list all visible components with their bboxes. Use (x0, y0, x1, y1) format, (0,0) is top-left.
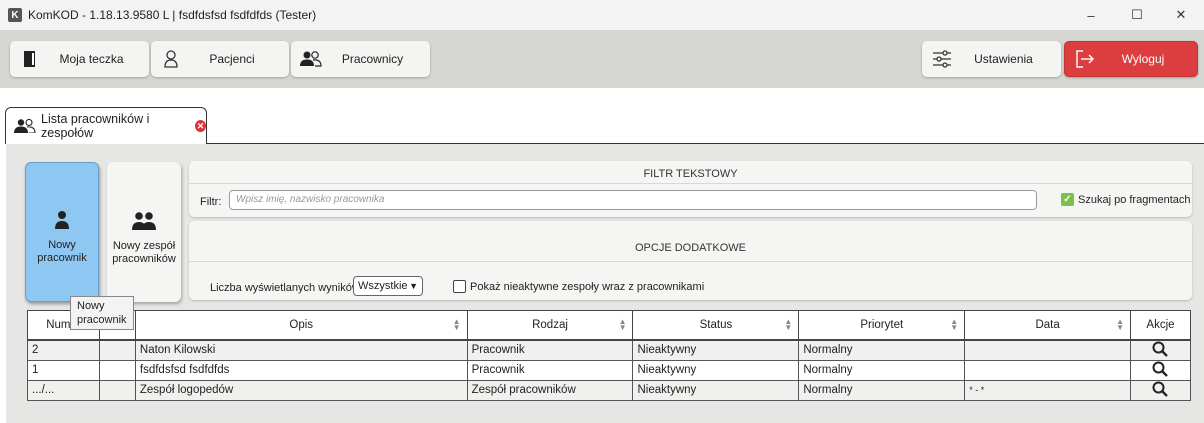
users-icon (14, 119, 36, 133)
cell-data (964, 359, 1131, 381)
sort-icon: ▲ ▼ (784, 317, 793, 332)
cell-numer: 1 (27, 359, 100, 381)
user-add-icon (55, 211, 69, 233)
window-title: KomKOD - 1.18.13.9580 L | fsdfdsfsd fsdf… (28, 8, 317, 22)
column-header-status[interactable]: Status ▲ ▼ (632, 310, 800, 341)
search-icon[interactable] (1152, 341, 1169, 360)
view-action-cell[interactable] (1129, 379, 1192, 401)
cell-data (964, 339, 1131, 361)
cell-priorytet: Normalny (798, 379, 966, 401)
close-window-button[interactable]: ✕ (1158, 0, 1204, 30)
filter-panel: FILTR TEKSTOWY Filtr: Wpisz imię, nazwis… (189, 161, 1192, 217)
pacjenci-button[interactable]: Pacjenci (151, 41, 289, 77)
checkmark-icon: ✓ (1061, 193, 1074, 206)
filter-label: Filtr: (200, 196, 222, 208)
fragments-checkbox[interactable]: ✓ Szukaj po fragmentach (1061, 193, 1191, 206)
column-header-rodzaj[interactable]: Rodzaj ▲ ▼ (466, 310, 634, 341)
column-header-priorytet[interactable]: Priorytet ▲ ▼ (798, 310, 966, 341)
pacjenci-label: Pacjenci (209, 52, 255, 66)
logout-icon (1065, 50, 1105, 68)
table-row[interactable]: 2 Naton Kilowski Pracownik Nieaktywny No… (27, 339, 1192, 361)
title-bar: K KomKOD - 1.18.13.9580 L | fsdfdsfsd fs… (0, 0, 1204, 30)
moja-teczka-label: Moja teczka (59, 52, 124, 66)
cell-priorytet: Normalny (798, 339, 966, 361)
cell-rodzaj: Zespół pracowników (466, 379, 634, 401)
employees-table: Numer Opis ▲ ▼ Rodzaj ▲ ▼ Status ▲ ▼ Priorytet… (27, 310, 1192, 401)
maximize-button[interactable]: ☐ (1114, 0, 1160, 30)
close-tab-icon[interactable]: ✕ (195, 120, 206, 132)
cell-status: Nieaktywny (632, 359, 800, 381)
nowy-pracownik-label: Nowy pracownik (37, 239, 87, 264)
cell-opis: Naton Kilowski (134, 339, 468, 361)
app-logo-icon: K (8, 8, 22, 22)
cell-blank (98, 359, 136, 381)
results-count-select[interactable]: Wszystkie ▼ (353, 276, 423, 296)
view-action-cell[interactable] (1129, 339, 1192, 361)
ustawienia-label: Ustawienia (974, 52, 1033, 66)
checkbox-box (453, 280, 466, 293)
sort-icon: ▲ ▼ (452, 317, 461, 332)
sort-icon: ▲ ▼ (618, 317, 627, 332)
tab-label: Lista pracowników i zespołów (41, 112, 150, 140)
search-icon[interactable] (1152, 381, 1169, 400)
cell-status: Nieaktywny (632, 379, 800, 401)
cell-blank (98, 339, 136, 361)
moja-teczka-button[interactable]: Moja teczka (10, 41, 149, 77)
divider (189, 183, 1192, 184)
column-header-data[interactable]: Data ▲ ▼ (964, 310, 1131, 341)
pracownicy-label: Pracownicy (341, 52, 404, 66)
sort-icon: ▲ ▼ (1116, 317, 1124, 332)
column-header-akcje: Akcje (1129, 310, 1192, 341)
cell-status: Nieaktywny (632, 339, 800, 361)
sort-icon: ▲ ▼ (950, 317, 959, 332)
nowy-pracownik-button[interactable]: Nowy pracownik (25, 162, 99, 302)
fragments-label: Szukaj po fragmentach (1078, 193, 1191, 206)
cell-priorytet: Normalny (798, 359, 966, 381)
nowy-zespol-label: Nowy zespół pracowników (112, 240, 176, 265)
cell-rodzaj: Pracownik (466, 359, 634, 381)
cell-blank (98, 379, 136, 401)
filter-section-title: FILTR TEKSTOWY (643, 168, 738, 180)
folder-icon (10, 50, 50, 68)
tab-strip: Lista pracowników i zespołów ✕ (0, 88, 1204, 144)
results-count-value: Wszystkie (358, 280, 408, 292)
cell-rodzaj: Pracownik (466, 339, 634, 361)
tooltip: Nowy pracownik (70, 296, 134, 330)
table-row[interactable]: 1 fsdfdsfsd fsdfdfds Pracownik Nieaktywn… (27, 359, 1192, 381)
filter-input[interactable]: Wpisz imię, nazwisko pracownika (229, 190, 1037, 210)
results-count-label: Liczba wyświetlanych wyników: (210, 282, 363, 294)
logout-label: Wyloguj (1121, 52, 1165, 66)
main-toolbar: Moja teczka Pacjenci Pracownicy Ustawien… (0, 30, 1204, 88)
tab-lista-pracownikow[interactable]: Lista pracowników i zespołów ✕ (5, 107, 207, 144)
search-icon[interactable] (1152, 361, 1169, 380)
minimize-button[interactable]: – (1068, 0, 1114, 30)
column-header-opis[interactable]: Opis ▲ ▼ (134, 310, 468, 341)
table-header-row: Numer Opis ▲ ▼ Rodzaj ▲ ▼ Status ▲ ▼ Priorytet… (27, 310, 1192, 341)
ustawienia-button[interactable]: Ustawienia (922, 41, 1061, 77)
cell-opis: fsdfdsfsd fsdfdfds (134, 359, 468, 381)
options-panel: OPCJE DODATKOWE Liczba wyświetlanych wyn… (189, 221, 1192, 300)
settings-sliders-icon (922, 50, 962, 68)
nowy-zespol-button[interactable]: Nowy zespół pracowników (107, 162, 181, 302)
caret-down-icon: ▼ (409, 281, 418, 291)
user-outline-icon (151, 50, 191, 68)
cell-numer: .../... (27, 379, 100, 401)
view-action-cell[interactable] (1129, 359, 1192, 381)
cell-numer: 2 (27, 339, 100, 361)
users-icon (291, 51, 331, 67)
cell-data: * - * (964, 379, 1131, 401)
table-row[interactable]: .../... Zespół logopedów Zespół pracowni… (27, 379, 1192, 401)
cell-opis: Zespół logopedów (134, 379, 468, 401)
inactive-label: Pokaż nieaktywne zespoły wraz z pracowni… (470, 280, 705, 293)
logout-button[interactable]: Wyloguj (1064, 41, 1198, 77)
inactive-checkbox[interactable]: Pokaż nieaktywne zespoły wraz z pracowni… (453, 280, 704, 293)
team-add-icon (132, 212, 156, 234)
pracownicy-button[interactable]: Pracownicy (291, 41, 430, 77)
